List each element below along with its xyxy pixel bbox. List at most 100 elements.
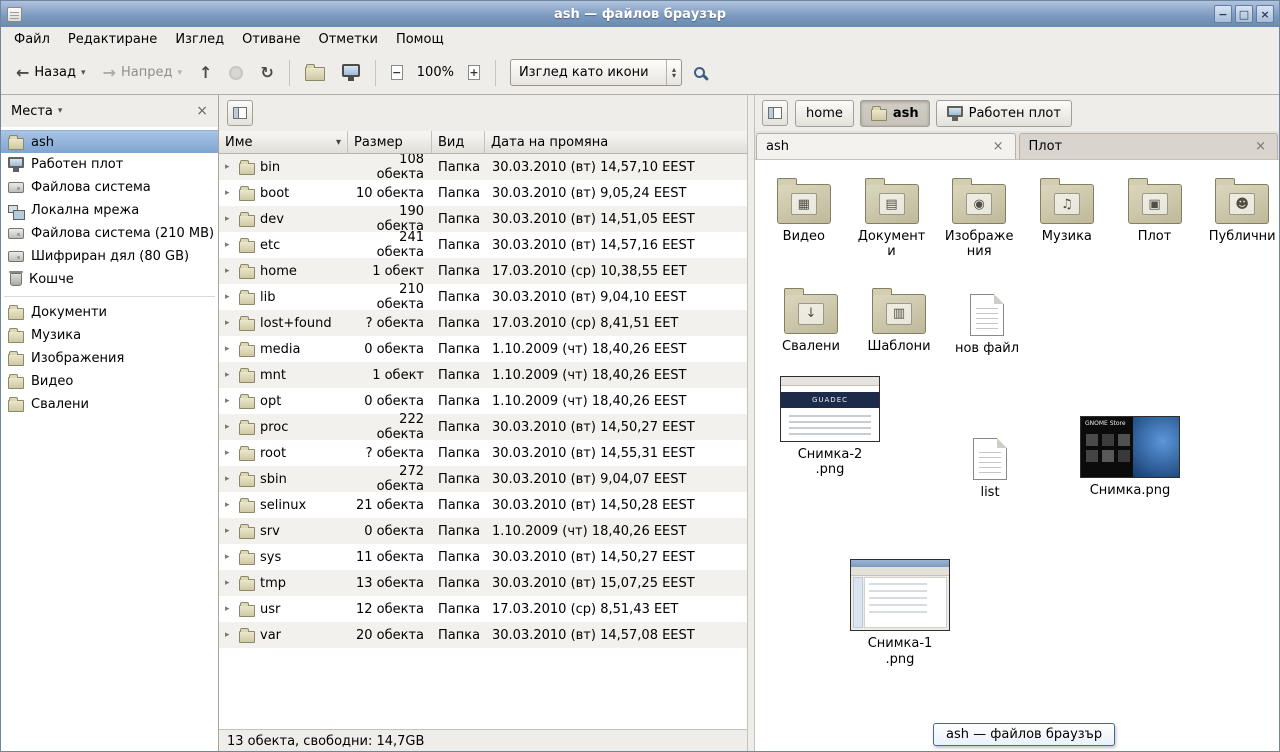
minimize-button[interactable]: − (1214, 5, 1232, 23)
view-mode-spinner[interactable]: ▴ ▾ (666, 60, 681, 85)
table-row[interactable]: ▸home1 обектПапка17.03.2010 (ср) 10,38,5… (219, 258, 747, 284)
expander-icon[interactable]: ▸ (225, 266, 234, 276)
icon-item[interactable]: ▦Видео (767, 174, 841, 244)
table-row[interactable]: ▸sbin272 обектаПапка30.03.2010 (вт) 9,04… (219, 466, 747, 492)
table-row[interactable]: ▸dev190 обектаПапка30.03.2010 (вт) 14,51… (219, 206, 747, 232)
titlebar[interactable]: ash — файлов браузър − □ × (1, 1, 1279, 27)
sidebar-item[interactable]: Документи (1, 301, 218, 324)
icon-item[interactable]: ▣Плот (1118, 174, 1192, 244)
sidebar-item[interactable]: Работен плот (1, 153, 218, 176)
table-row[interactable]: ▸lib210 обектаПапка30.03.2010 (вт) 9,04,… (219, 284, 747, 310)
pathbar-button-1[interactable]: ash (860, 100, 930, 127)
table-row[interactable]: ▸var20 обектаПапка30.03.2010 (вт) 14,57,… (219, 622, 747, 648)
expander-icon[interactable]: ▸ (225, 214, 234, 224)
table-row[interactable]: ▸lost+found? обектаПапка17.03.2010 (ср) … (219, 310, 747, 336)
sidebar-item[interactable]: Файлова система (1, 176, 218, 199)
expander-icon[interactable]: ▸ (225, 552, 234, 562)
icon-item[interactable]: ▥Шаблони (859, 284, 939, 354)
pane-location-button[interactable] (227, 100, 253, 126)
expander-icon[interactable]: ▸ (225, 344, 234, 354)
expander-icon[interactable]: ▸ (225, 396, 234, 406)
sidebar-item[interactable]: Музика (1, 324, 218, 347)
expander-icon[interactable]: ▸ (225, 526, 234, 536)
icon-item[interactable]: ◉Изображения (942, 174, 1016, 260)
expander-icon[interactable]: ▸ (225, 578, 234, 588)
icon-item[interactable]: ♫Музика (1030, 174, 1104, 244)
icon-item[interactable]: ☻Публични (1205, 174, 1279, 244)
sidebar-item[interactable]: Шифриран дял (80 GB) (1, 245, 218, 268)
table-row[interactable]: ▸boot10 обектаПапка30.03.2010 (вт) 9,05,… (219, 180, 747, 206)
column-header-date[interactable]: Дата на промяна (485, 131, 747, 153)
computer-button[interactable] (335, 59, 367, 86)
expander-icon[interactable]: ▸ (225, 292, 234, 302)
sidebar-close-icon[interactable]: × (196, 103, 208, 119)
table-row[interactable]: ▸proc222 обектаПапка30.03.2010 (вт) 14,5… (219, 414, 747, 440)
tab-0[interactable]: ash× (756, 133, 1016, 159)
expander-icon[interactable]: ▸ (225, 162, 234, 172)
column-header-type[interactable]: Вид (432, 131, 485, 153)
expander-icon[interactable]: ▸ (225, 630, 234, 640)
expander-icon[interactable]: ▸ (225, 474, 234, 484)
sidebar-item[interactable]: ash (1, 130, 218, 153)
table-row[interactable]: ▸sys11 обектаПапка30.03.2010 (вт) 14,50,… (219, 544, 747, 570)
back-dropdown-icon[interactable]: ▾ (81, 68, 86, 78)
table-row[interactable]: ▸bin108 обектаПапка30.03.2010 (вт) 14,57… (219, 154, 747, 180)
icon-item[interactable]: GUADECСнимка-2.png (775, 372, 885, 478)
pane-splitter[interactable] (747, 95, 755, 752)
tab-close-icon[interactable]: × (1253, 139, 1268, 154)
column-header-name[interactable]: Име▾ (219, 131, 348, 153)
icon-item[interactable]: нов файл (947, 284, 1027, 356)
column-header-size[interactable]: Размер (348, 131, 432, 153)
menu-item-4[interactable]: Отметки (309, 29, 386, 50)
back-button[interactable]: ← Назад ▾ (9, 60, 93, 86)
sidebar-item[interactable]: Локална мрежа (1, 199, 218, 222)
reload-button[interactable]: ↻ (253, 60, 280, 86)
pathbar-button-0[interactable]: home (795, 100, 854, 127)
sidebar-item[interactable]: Изображения (1, 347, 218, 370)
menu-item-0[interactable]: Файл (5, 29, 59, 50)
expander-icon[interactable]: ▸ (225, 240, 234, 250)
table-row[interactable]: ▸usr12 обектаПапка17.03.2010 (ср) 8,51,4… (219, 596, 747, 622)
table-row[interactable]: ▸srv0 обектаПапка1.10.2009 (чт) 18,40,26… (219, 518, 747, 544)
home-button[interactable] (298, 59, 332, 86)
icon-item[interactable]: ▤Документи (855, 174, 929, 260)
icon-item[interactable]: Снимка-1.png (845, 555, 955, 667)
pathbar-pane-button[interactable] (762, 100, 788, 126)
zoom-out-button[interactable] (384, 60, 410, 85)
icon-item[interactable]: ↓Свалени (771, 284, 851, 354)
up-button[interactable]: ↑ (192, 60, 219, 86)
table-row[interactable]: ▸opt0 обектаПапка1.10.2009 (чт) 18,40,26… (219, 388, 747, 414)
sidebar-item[interactable]: Кошче (1, 268, 218, 291)
forward-button[interactable]: → Напред ▾ (96, 60, 189, 86)
menu-item-5[interactable]: Помощ (387, 29, 453, 50)
sidebar-dropdown-icon[interactable]: ▾ (58, 106, 63, 116)
table-row[interactable]: ▸media0 обектаПапка1.10.2009 (чт) 18,40,… (219, 336, 747, 362)
expander-icon[interactable]: ▸ (225, 500, 234, 510)
search-button[interactable] (685, 60, 716, 85)
expander-icon[interactable]: ▸ (225, 448, 234, 458)
icon-view[interactable]: ▦Видео▤Документи◉Изображения♫Музика▣Плот… (755, 160, 1279, 752)
sidebar-item[interactable]: Свалени (1, 393, 218, 416)
sidebar-item[interactable]: Файлова система (210 MB) (1, 222, 218, 245)
menu-item-3[interactable]: Отиване (233, 29, 309, 50)
expander-icon[interactable]: ▸ (225, 370, 234, 380)
menu-item-1[interactable]: Редактиране (59, 29, 166, 50)
zoom-in-button[interactable] (461, 60, 487, 85)
tab-close-icon[interactable]: × (991, 139, 1006, 154)
icon-item[interactable]: GNOME StoreСнимка.png (1075, 372, 1185, 498)
close-button[interactable]: × (1256, 5, 1274, 23)
table-row[interactable]: ▸selinux21 обектаПапка30.03.2010 (вт) 14… (219, 492, 747, 518)
view-mode-select[interactable]: Изглед като икони ▴ ▾ (510, 59, 682, 86)
table-row[interactable]: ▸tmp13 обектаПапка30.03.2010 (вт) 15,07,… (219, 570, 747, 596)
table-row[interactable]: ▸etc241 обектаПапка30.03.2010 (вт) 14,57… (219, 232, 747, 258)
stop-button[interactable] (222, 61, 250, 85)
icon-item[interactable]: list (945, 372, 1035, 500)
pathbar-button-2[interactable]: Работен плот (936, 100, 1072, 127)
table-row[interactable]: ▸mnt1 обектПапка1.10.2009 (чт) 18,40,26 … (219, 362, 747, 388)
menu-item-2[interactable]: Изглед (166, 29, 233, 50)
expander-icon[interactable]: ▸ (225, 318, 234, 328)
table-row[interactable]: ▸root? обектаПапка30.03.2010 (вт) 14,55,… (219, 440, 747, 466)
sidebar-title[interactable]: Места (11, 104, 53, 119)
tab-1[interactable]: Плот× (1019, 133, 1279, 159)
maximize-button[interactable]: □ (1235, 5, 1253, 23)
